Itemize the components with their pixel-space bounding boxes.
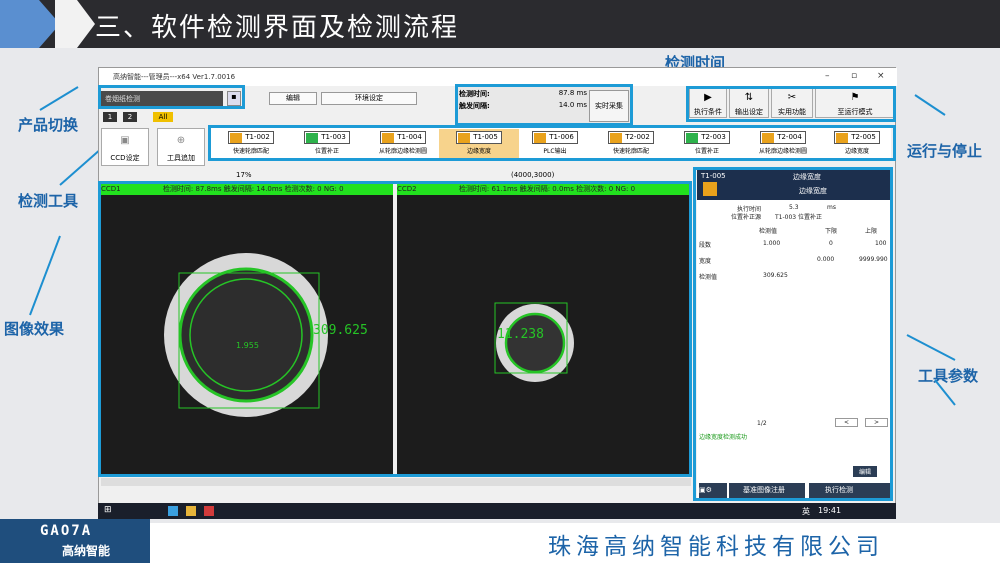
minimize-button[interactable]: – xyxy=(825,71,830,81)
wps-icon[interactable] xyxy=(204,506,214,516)
highlight-tools xyxy=(208,125,896,161)
edit-menu[interactable]: 编辑 xyxy=(269,92,317,105)
ccd-settings-label: CCD设定 xyxy=(110,154,140,162)
image-coord: (4000,3000) xyxy=(511,171,555,179)
plus-icon: ⊕ xyxy=(176,135,186,146)
highlight-images xyxy=(98,181,692,477)
tab-1[interactable]: 1 xyxy=(103,112,117,122)
window-title: 高纳智能---管理员---x64 Ver1.7.0016 xyxy=(113,73,236,81)
zoom-level: 17% xyxy=(236,171,252,179)
company-logo: GAO7A 高纳智能 xyxy=(0,519,150,563)
tab-2[interactable]: 2 xyxy=(123,112,137,122)
logo-text: GAO7A xyxy=(40,523,93,539)
company-name: 珠海高纳智能科技有限公司 xyxy=(548,534,884,560)
highlight-run xyxy=(686,86,896,122)
taskbar: ⊞ 英 19:41 xyxy=(98,503,896,519)
clock: 19:41 xyxy=(818,506,842,515)
folder-icon[interactable] xyxy=(186,506,196,516)
close-button[interactable]: × xyxy=(877,71,885,81)
app-icon[interactable] xyxy=(168,506,178,516)
image-scrollbar[interactable] xyxy=(101,478,691,486)
maximize-button[interactable]: ▫ xyxy=(851,71,857,81)
camera-icon: ▣ xyxy=(120,135,130,146)
logo-subtext: 高纳智能 xyxy=(62,544,111,558)
add-tool-label: 工具追加 xyxy=(167,154,195,162)
highlight-time xyxy=(455,84,633,126)
ime-indicator[interactable]: 英 xyxy=(802,506,810,517)
ccd-settings-button[interactable]: ▣ CCD设定 xyxy=(101,128,149,166)
highlight-product xyxy=(98,85,245,109)
add-tool-button[interactable]: ⊕ 工具追加 xyxy=(157,128,205,166)
windows-icon[interactable]: ⊞ xyxy=(104,505,112,515)
env-settings-menu[interactable]: 环境设定 xyxy=(321,92,417,105)
tab-all[interactable]: All xyxy=(153,112,173,122)
highlight-params xyxy=(693,167,893,501)
